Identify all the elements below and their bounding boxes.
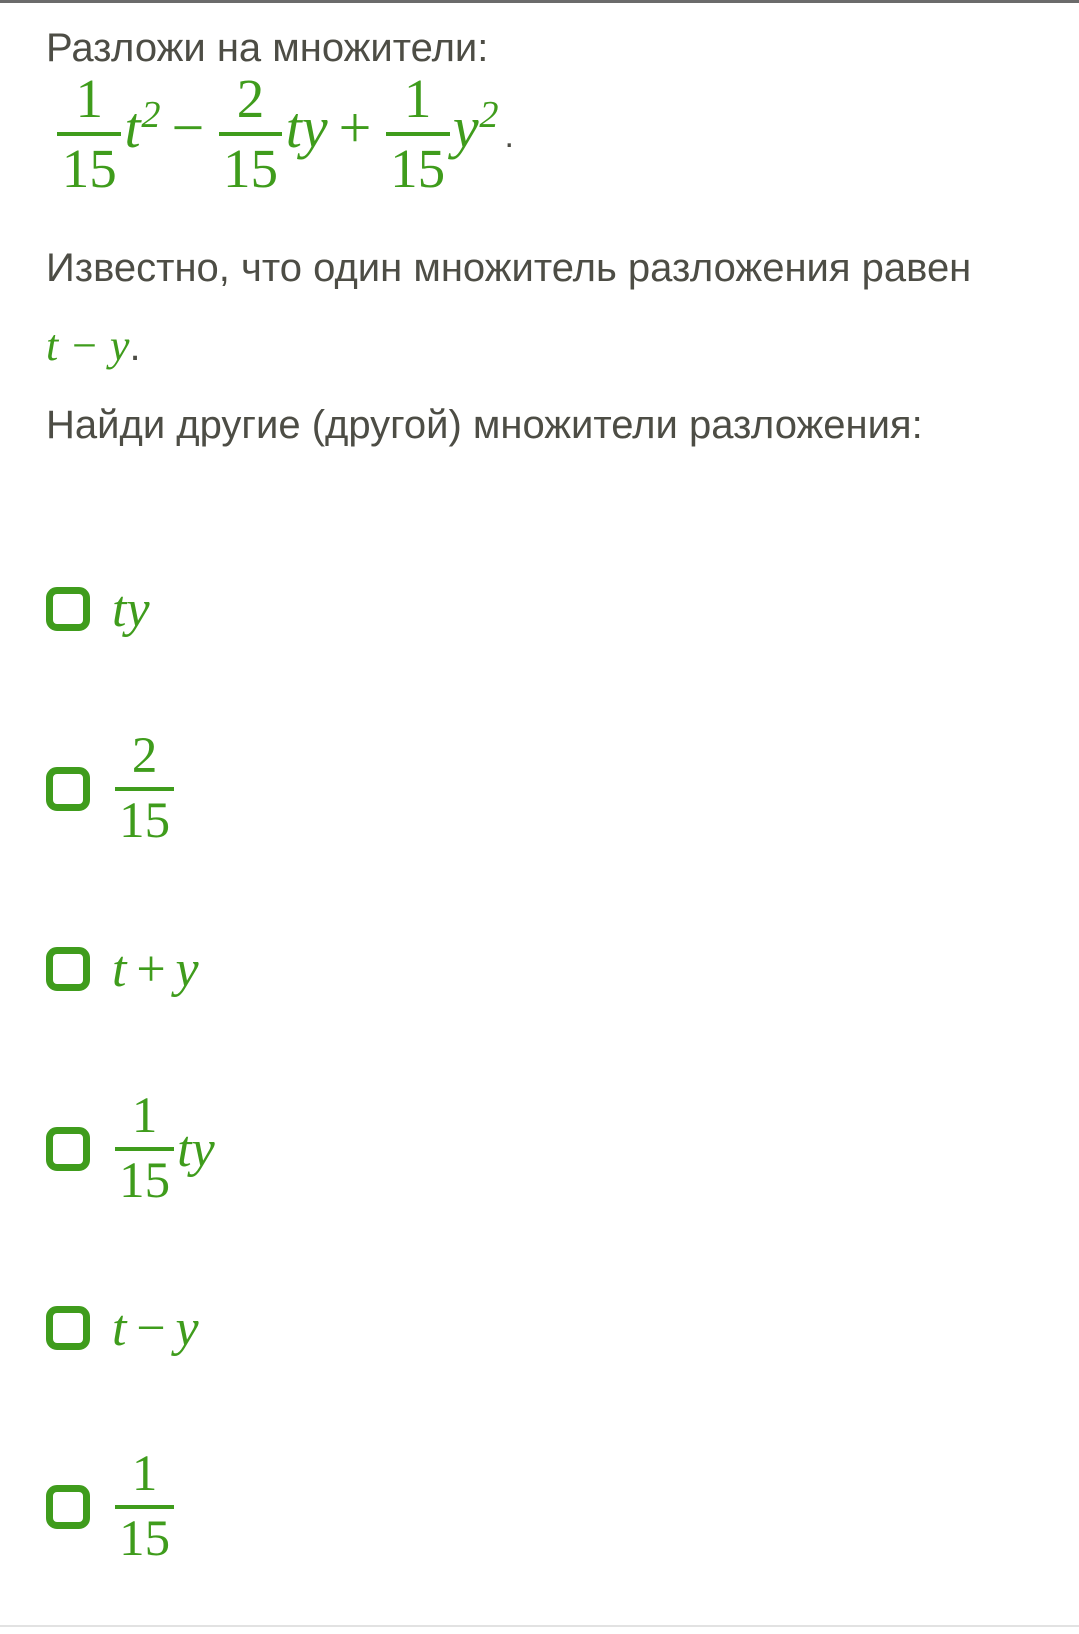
term3-variable: y (452, 94, 479, 160)
bottom-separator (0, 1625, 1079, 1627)
term3-exponent: 2 (479, 93, 499, 136)
fraction-denominator: 15 (390, 138, 446, 200)
left-operand: t (112, 1299, 127, 1357)
option-row-1-15-ty[interactable]: 1 15 ty (46, 1059, 1046, 1239)
fraction-numerator: 1 (403, 68, 432, 129)
exercise-page: Разложи на множители: 1 15 t2− 2 15 ty + … (0, 3, 1079, 1625)
fraction-bar (115, 787, 175, 791)
operator: + (136, 940, 166, 998)
right-operand: y (175, 940, 199, 998)
fraction-2-15: 2 15 (218, 68, 283, 200)
fraction-1-15-b: 1 15 (385, 68, 450, 200)
term1-variable: t (124, 94, 141, 160)
fraction-denominator: 15 (222, 138, 279, 200)
fraction: 1 15 (115, 1445, 175, 1568)
prompt-line-2: Найди другие (другой) множители разложен… (46, 403, 923, 447)
option-row-1-15[interactable]: 1 15 (46, 1417, 1046, 1597)
fraction-bar (115, 1147, 175, 1151)
option-label-ty: ty (112, 580, 150, 638)
operator-minus: − (171, 94, 205, 160)
fraction-bar (115, 1505, 175, 1509)
fraction: 1 15 (115, 1087, 175, 1210)
option-row-2-15[interactable]: 2 15 (46, 699, 1046, 879)
main-expression: 1 15 t2− 2 15 ty + 1 15 y2. (54, 71, 1036, 221)
question-block: Разложи на множители: 1 15 t2− 2 15 ty + … (46, 9, 1036, 464)
operator: − (136, 1299, 166, 1357)
fraction-bar (57, 131, 122, 136)
expression-period: . (504, 116, 514, 155)
prompt-line-1: Разложи на множители: (46, 26, 489, 70)
fraction: 2 15 (115, 727, 175, 850)
fraction-numerator: 2 (131, 727, 158, 784)
operator-plus: + (338, 94, 372, 160)
option-row-t-minus-y[interactable]: t − y (46, 1239, 1046, 1417)
fraction-denominator: 15 (119, 1153, 171, 1210)
option-label-1-15: 1 15 (112, 1445, 177, 1568)
option-label-1-15-ty: 1 15 ty (112, 1087, 215, 1210)
fraction-1-15-a: 1 15 (57, 68, 122, 200)
checkbox-option-t-minus-y[interactable] (46, 1306, 90, 1350)
fraction-numerator: 1 (131, 1087, 158, 1144)
term1-exponent: 2 (141, 93, 161, 136)
checkbox-option-2-15[interactable] (46, 767, 90, 811)
right-operand: y (175, 1299, 199, 1357)
option-label-t-plus-y: t + y (112, 940, 199, 999)
options-list: ty 2 15 t + y 1 15 ty t − y 1 15 (46, 519, 1046, 1597)
left-operand: t (112, 940, 127, 998)
fraction-denominator: 15 (119, 793, 171, 850)
fraction-numerator: 1 (131, 1445, 158, 1502)
known-factor-statement: Известно, что один множитель разложения … (46, 229, 1036, 386)
known-factor-value: t − y (46, 321, 130, 370)
checkbox-option-1-15[interactable] (46, 1485, 90, 1529)
fraction-denominator: 15 (119, 1511, 171, 1568)
known-factor-text-before: Известно, что один множитель разложения … (46, 246, 972, 290)
fraction-suffix: ty (177, 1120, 215, 1178)
option-label-2-15: 2 15 (112, 727, 177, 850)
fraction-numerator: 1 (75, 68, 104, 129)
fraction-bar (385, 131, 450, 136)
fraction-bar (218, 131, 283, 136)
option-label-t-minus-y: t − y (112, 1299, 199, 1358)
option-row-t-plus-y[interactable]: t + y (46, 879, 1046, 1059)
option-row-ty[interactable]: ty (46, 519, 1046, 699)
known-factor-text-after: . (129, 325, 141, 369)
term2-variable: ty (285, 94, 328, 160)
fraction-numerator: 2 (236, 68, 265, 129)
checkbox-option-1-15-ty[interactable] (46, 1127, 90, 1171)
checkbox-option-t-plus-y[interactable] (46, 947, 90, 991)
checkbox-option-ty[interactable] (46, 587, 90, 631)
fraction-denominator: 15 (61, 138, 117, 200)
